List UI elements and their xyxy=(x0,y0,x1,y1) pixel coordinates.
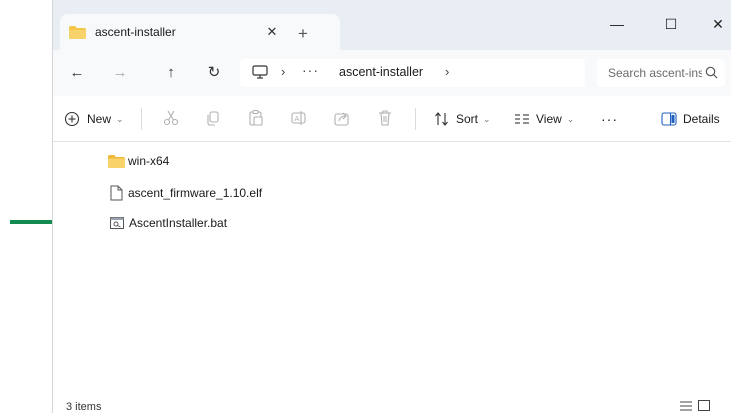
view-label: View xyxy=(536,112,562,126)
details-pane-icon xyxy=(661,112,677,126)
cut-icon[interactable] xyxy=(162,109,180,127)
chevron-down-icon: ⌄ xyxy=(566,113,575,124)
search-placeholder: Search ascent-installer xyxy=(608,66,702,80)
screenshot: ascent-installer ✕ + — ☐ ✕ ← → ↑ ↻ › ··· xyxy=(0,0,731,413)
file-name: ascent_firmware_1.10.elf xyxy=(128,186,263,200)
sort-button[interactable]: Sort ⌄ xyxy=(434,108,491,130)
file-icon xyxy=(110,185,123,201)
sort-label: Sort xyxy=(456,112,479,126)
tab-strip: ascent-installer ✕ + — ☐ ✕ xyxy=(53,0,731,50)
refresh-icon[interactable]: ↻ xyxy=(203,62,225,84)
forward-arrow-icon[interactable]: → xyxy=(109,62,131,84)
close-icon[interactable]: ✕ xyxy=(262,22,282,42)
item-count: 3 items xyxy=(66,401,102,413)
search-icon xyxy=(705,66,718,79)
folder-icon xyxy=(69,26,86,39)
divider xyxy=(141,108,142,130)
folder-icon xyxy=(108,154,125,168)
view-button[interactable]: View ⌄ xyxy=(514,108,574,130)
command-bar: New ⌄ A Sort ⌄ View ⌄ ··· Details xyxy=(53,96,731,142)
navigation-bar: ← → ↑ ↻ › ··· ascent-installer › Search … xyxy=(53,50,731,96)
list-item-file[interactable]: ascent_firmware_1.10.elf xyxy=(110,183,262,203)
search-input[interactable]: Search ascent-installer xyxy=(597,59,725,87)
file-name: win-x64 xyxy=(128,154,170,168)
share-icon[interactable] xyxy=(333,109,351,127)
view-icon xyxy=(515,114,529,124)
plus-icon[interactable]: + xyxy=(293,24,313,44)
copy-icon[interactable] xyxy=(204,109,222,127)
details-view-icon[interactable] xyxy=(680,401,692,411)
new-button[interactable]: New ⌄ xyxy=(64,108,124,130)
maximize-icon[interactable]: ☐ xyxy=(656,14,686,34)
up-arrow-icon[interactable]: ↑ xyxy=(160,62,182,84)
breadcrumb-ascent-installer[interactable]: ascent-installer xyxy=(339,65,423,79)
tab-title: ascent-installer xyxy=(95,25,176,39)
sort-icon xyxy=(435,112,448,126)
details-label: Details xyxy=(683,112,720,126)
rename-icon[interactable]: A xyxy=(290,109,308,127)
svg-text:A: A xyxy=(295,115,300,123)
close-window-icon[interactable]: ✕ xyxy=(703,14,731,34)
new-label: New xyxy=(87,112,112,126)
address-bar[interactable]: › ··· ascent-installer › xyxy=(240,59,585,87)
tiles-view-icon[interactable] xyxy=(698,400,710,411)
chevron-down-icon: ⌄ xyxy=(116,113,124,124)
file-name: AscentInstaller.bat xyxy=(129,216,228,230)
list-item-folder[interactable]: win-x64 xyxy=(108,151,169,171)
breadcrumb-separator: › xyxy=(281,64,286,79)
minimize-icon[interactable]: — xyxy=(602,14,632,34)
chevron-down-icon: ⌄ xyxy=(483,113,491,124)
divider xyxy=(415,108,416,130)
list-item-batch-file[interactable]: AscentInstaller.bat xyxy=(110,213,227,233)
paste-icon[interactable] xyxy=(247,109,265,127)
breadcrumb-separator-end[interactable]: › xyxy=(445,64,449,79)
details-pane-button[interactable]: Details xyxy=(661,108,720,130)
file-explorer-window: ascent-installer ✕ + — ☐ ✕ ← → ↑ ↻ › ··· xyxy=(52,0,731,413)
delete-icon[interactable] xyxy=(376,109,394,127)
more-options-button[interactable]: ··· xyxy=(601,108,618,130)
batch-file-icon xyxy=(110,217,124,229)
new-plus-icon xyxy=(64,111,80,127)
breadcrumb-more-button[interactable]: ··· xyxy=(302,62,319,78)
back-arrow-icon[interactable]: ← xyxy=(66,62,88,84)
computer-icon xyxy=(252,65,268,79)
